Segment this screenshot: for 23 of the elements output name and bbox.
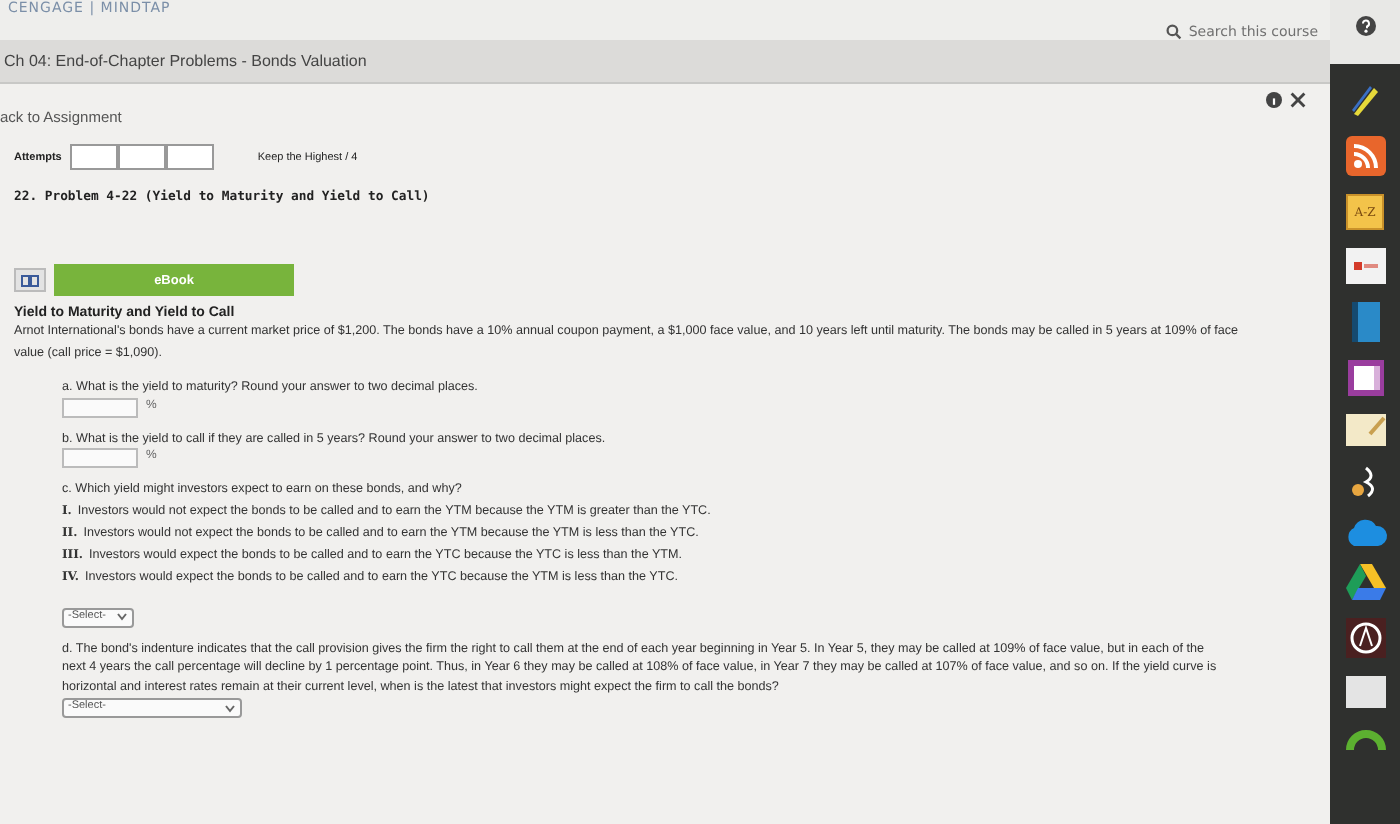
notepad-icon — [1345, 414, 1385, 446]
rss-icon — [1345, 136, 1385, 176]
attempt-box — [69, 144, 118, 170]
drive-icon — [1345, 564, 1385, 600]
help-icon — [1355, 16, 1375, 36]
notebook-icon — [1347, 360, 1383, 396]
cloud-icon — [1343, 518, 1387, 546]
answer-field[interactable] — [62, 397, 138, 417]
pencil-icon — [1347, 82, 1383, 118]
chevron-down-icon — [116, 612, 128, 622]
page-title: Ch 04: End-of-Chapter Problems - Bonds Valuation — [4, 52, 367, 70]
attempt-box — [165, 144, 214, 170]
ring-icon — [1345, 726, 1385, 750]
book-icon — [1351, 302, 1379, 342]
chevron-down-icon — [224, 703, 236, 713]
info-icon — [1266, 92, 1282, 108]
answer-field[interactable] — [62, 448, 138, 468]
close-icon — [1290, 92, 1306, 108]
window-icon — [1345, 676, 1385, 708]
document-icon — [1345, 248, 1385, 284]
book-icon[interactable] — [14, 268, 46, 292]
attempt-box — [117, 144, 166, 170]
search-icon — [1166, 24, 1183, 40]
